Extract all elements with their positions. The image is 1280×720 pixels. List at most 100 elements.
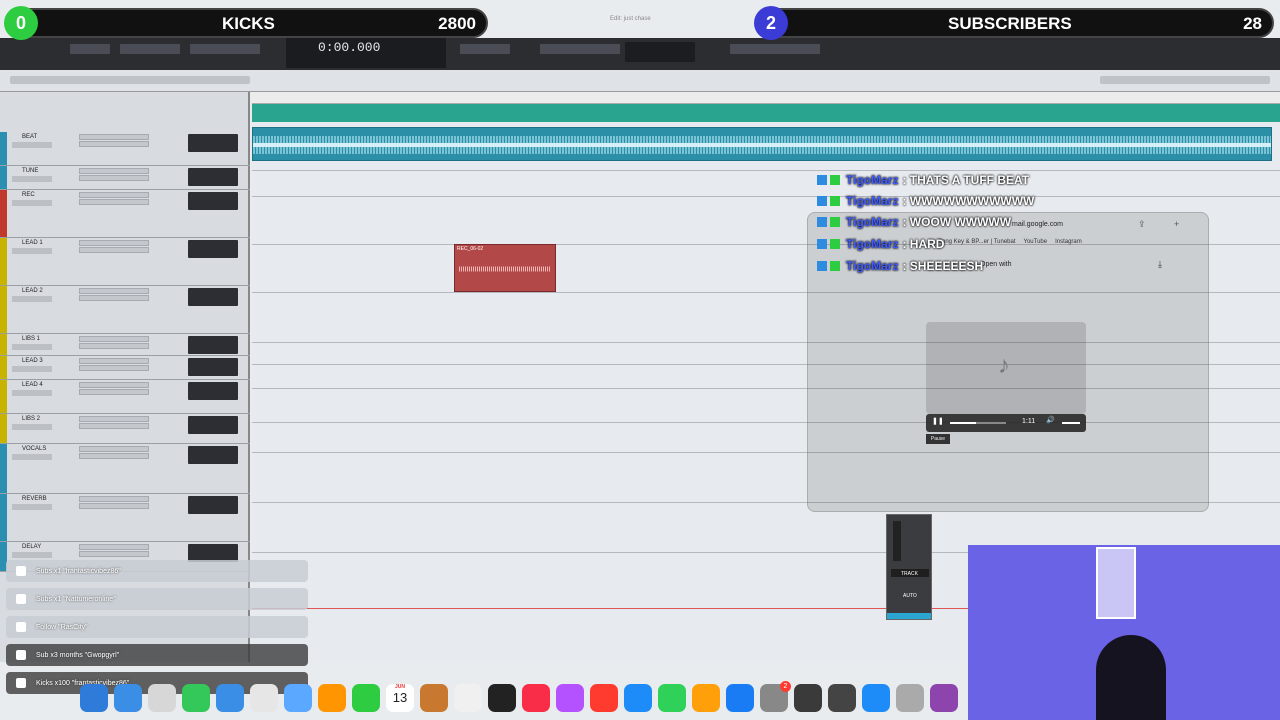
insert-slot[interactable] <box>79 247 149 253</box>
track-name[interactable]: VOCALS <box>22 446 46 452</box>
system-preferences-icon[interactable]: 2 <box>760 681 791 712</box>
download-icon[interactable]: ⤓ <box>1158 259 1162 270</box>
insert-slot[interactable] <box>79 343 149 349</box>
logic-icon[interactable] <box>794 684 822 712</box>
mix-track-row[interactable]: VOCALS <box>0 444 250 494</box>
mix-track-row[interactable]: REC <box>0 190 250 238</box>
podcasts-icon[interactable] <box>556 684 584 712</box>
rec-audio-clip[interactable]: REC_06-02 <box>454 244 556 292</box>
track-name[interactable]: REC <box>22 192 35 198</box>
seek-bar[interactable] <box>950 422 1006 424</box>
insert-slots[interactable] <box>79 288 149 310</box>
insert-slots[interactable] <box>79 336 149 358</box>
track-name[interactable]: REVERB <box>22 496 47 502</box>
mail-icon[interactable] <box>216 684 244 712</box>
insert-slot[interactable] <box>79 288 149 294</box>
insert-slots[interactable] <box>79 496 149 518</box>
bookmark-link[interactable]: Song Key & BP...er | Tunebat <box>938 239 1016 245</box>
insert-slots[interactable] <box>79 168 149 190</box>
track-name[interactable]: LEAD 1 <box>22 240 43 246</box>
mix-track-row[interactable]: LEAD 3 <box>0 356 250 380</box>
auto-button[interactable]: AUTO <box>903 593 917 599</box>
pages-icon[interactable] <box>692 684 720 712</box>
toolbar-tool[interactable] <box>190 44 260 54</box>
notes-icon[interactable] <box>250 684 278 712</box>
messages-icon[interactable] <box>182 684 210 712</box>
open-with-button[interactable]: Open with <box>980 261 1012 268</box>
toolbar-tool[interactable] <box>70 44 110 54</box>
mix-track-row[interactable]: LEAD 1 <box>0 238 250 286</box>
disk-utility-icon[interactable] <box>896 684 924 712</box>
track-name[interactable]: TUNE <box>22 168 38 174</box>
calendar-icon[interactable]: JUN 13 <box>386 684 414 712</box>
media-player[interactable]: ♪ <box>926 322 1086 414</box>
bookmark-link[interactable]: YouTube <box>1024 239 1048 245</box>
mix-track-row[interactable]: LEAD 2 <box>0 286 250 334</box>
track-buttons[interactable] <box>12 390 52 396</box>
track-buttons[interactable] <box>12 248 52 254</box>
reminders-icon[interactable] <box>454 684 482 712</box>
insert-slot[interactable] <box>79 240 149 246</box>
bookmark-link[interactable]: Instagram <box>1055 239 1082 245</box>
new-tab-icon[interactable]: + <box>1174 219 1179 229</box>
volume-pan-display[interactable] <box>188 168 238 186</box>
maps-icon[interactable] <box>284 684 312 712</box>
obs-icon[interactable] <box>862 684 890 712</box>
track-buttons[interactable] <box>12 552 52 558</box>
insert-slots[interactable] <box>79 382 149 404</box>
keynote-icon[interactable] <box>624 684 652 712</box>
launchpad-icon[interactable] <box>148 684 176 712</box>
volume-pan-display[interactable] <box>188 358 238 376</box>
insert-slot[interactable] <box>79 336 149 342</box>
mix-track-row[interactable]: TUNE <box>0 166 250 190</box>
track-buttons[interactable] <box>12 504 52 510</box>
apple-tv-icon[interactable] <box>488 684 516 712</box>
volume-pan-display[interactable] <box>188 240 238 258</box>
volume-pan-display[interactable] <box>188 134 238 152</box>
track-buttons[interactable] <box>12 142 52 148</box>
insert-slot[interactable] <box>79 168 149 174</box>
insert-slot[interactable] <box>79 544 149 550</box>
track-name[interactable]: LEAD 4 <box>22 382 43 388</box>
browser-url[interactable]: mail.google.com <box>1012 221 1063 228</box>
insert-slot[interactable] <box>79 503 149 509</box>
track-name[interactable]: LEAD 2 <box>22 288 43 294</box>
track-buttons[interactable] <box>12 200 52 206</box>
transport-controls[interactable] <box>540 44 620 54</box>
volume-pan-display[interactable] <box>188 336 238 354</box>
photos-icon[interactable] <box>318 684 346 712</box>
insert-slot[interactable] <box>79 453 149 459</box>
track-name[interactable]: LIBS 2 <box>22 416 40 422</box>
mix-track-row[interactable]: LIBS 1 <box>0 334 250 356</box>
volume-slider[interactable] <box>1062 422 1080 424</box>
safari-icon[interactable] <box>114 684 142 712</box>
insert-slot[interactable] <box>79 423 149 429</box>
floating-fader-strip[interactable]: TRACK AUTO <box>886 514 932 620</box>
track-buttons[interactable] <box>12 296 52 302</box>
numbers-icon[interactable] <box>658 684 686 712</box>
music-icon[interactable] <box>522 684 550 712</box>
insert-slots[interactable] <box>79 240 149 262</box>
insert-slot[interactable] <box>79 382 149 388</box>
track-name[interactable]: LIBS 1 <box>22 336 40 342</box>
toolbar-tool[interactable] <box>460 44 510 54</box>
toolbar-tool[interactable] <box>120 44 180 54</box>
insert-slot[interactable] <box>79 295 149 301</box>
volume-pan-display[interactable] <box>188 288 238 306</box>
insert-slot[interactable] <box>79 389 149 395</box>
volume-pan-display[interactable] <box>188 192 238 210</box>
track-buttons[interactable] <box>12 454 52 460</box>
insert-slot[interactable] <box>79 446 149 452</box>
share-icon[interactable]: ⇪ <box>1138 219 1146 230</box>
insert-slots[interactable] <box>79 358 149 380</box>
timeline-ruler[interactable] <box>252 92 1280 104</box>
insert-slot[interactable] <box>79 192 149 198</box>
track-name[interactable]: BEAT <box>22 134 37 140</box>
insert-slot[interactable] <box>79 141 149 147</box>
insert-slots[interactable] <box>79 192 149 214</box>
insert-slots[interactable] <box>79 446 149 468</box>
insert-slot[interactable] <box>79 134 149 140</box>
media-controls[interactable]: ❚❚ 1:11 🔊 <box>926 414 1086 432</box>
ableton-icon[interactable] <box>930 684 958 712</box>
facetime-icon[interactable] <box>352 684 380 712</box>
